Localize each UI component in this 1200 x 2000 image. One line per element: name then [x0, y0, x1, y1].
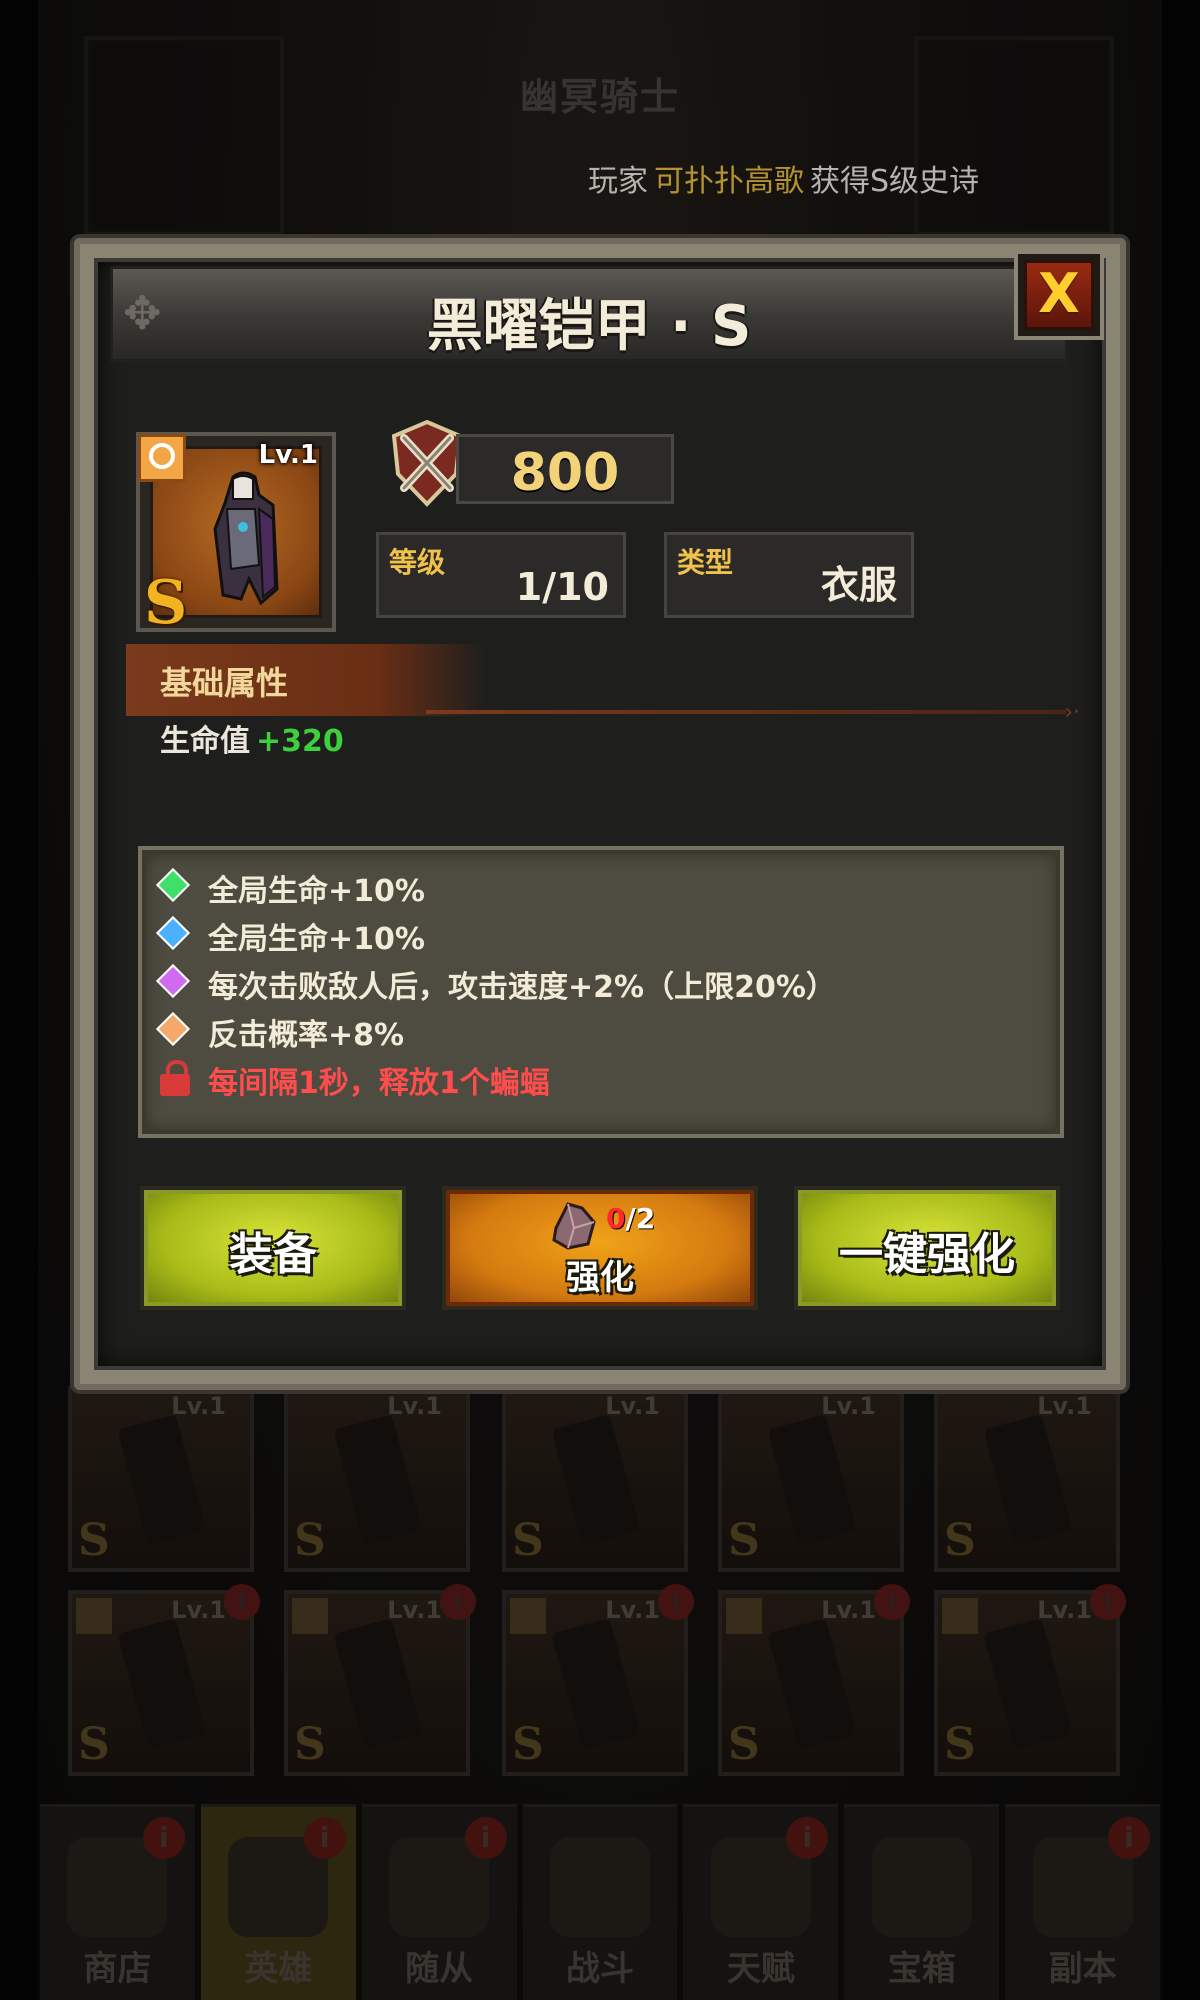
skill-text: 每间隔1秒，释放1个蝙蝠 [208, 1066, 550, 1101]
skill-text: 反击概率+8% [208, 1018, 405, 1053]
type-value: 衣服 [820, 563, 897, 607]
item-icon-box: Lv.1 S [136, 432, 336, 638]
upgrade-crystal-icon [552, 1202, 596, 1250]
modal-titlebar: ✥ 黑曜铠甲 · S [110, 266, 1068, 362]
arrow-icon: ›· [1064, 700, 1080, 725]
upgrade-cost: 0/2 [606, 1202, 655, 1235]
attr-value: +320 [256, 724, 344, 759]
blue-gem-icon [156, 916, 190, 950]
auto-upgrade-label: 一键强化 [839, 1229, 1015, 1280]
upgrade-label: 强化 [566, 1258, 634, 1298]
level-value: 1/10 [515, 565, 609, 609]
item-grade: S [144, 568, 188, 638]
type-label: 类型 [677, 546, 734, 579]
attr-label: 生命值 [160, 724, 250, 759]
close-icon: X [1038, 262, 1080, 325]
skill-text: 全局生命+10% [208, 922, 425, 957]
orange-gem-icon [156, 1012, 190, 1046]
power-value: 800 [510, 443, 620, 503]
close-button[interactable]: X [1014, 250, 1104, 340]
item-type-tag-icon [138, 434, 186, 482]
skill-list: 全局生命+10% 全局生命+10% 每次击败敌人后，攻击速度+2%（上限20%） 反击… [138, 846, 1064, 1138]
purple-gem-icon [156, 964, 190, 998]
lock-icon [160, 1060, 190, 1096]
power-value-box: 800 [456, 434, 674, 504]
level-stat: 等级 1/10 [376, 532, 626, 618]
skill-text: 全局生命+10% [208, 874, 425, 909]
skill-text: 每次击败敌人后，攻击速度+2%（上限20%） [208, 970, 836, 1005]
green-gem-icon [156, 868, 190, 902]
type-stat: 类型 衣服 [664, 532, 914, 618]
armor-icon [213, 471, 279, 606]
equip-label: 装备 [229, 1229, 317, 1280]
section-title: 基础属性 [160, 664, 289, 702]
basic-attributes-header: ›· 基础属性 [126, 644, 1080, 725]
item-level: Lv.1 [258, 440, 318, 470]
equip-button[interactable]: 装备 [140, 1186, 406, 1310]
upgrade-cost-have: 0 [606, 1202, 626, 1235]
auto-upgrade-button[interactable]: 一键强化 [794, 1186, 1060, 1310]
upgrade-button[interactable]: 0/2 强化 [442, 1186, 758, 1310]
level-label: 等级 [389, 546, 446, 579]
modal-title: 黑曜铠甲 · S [426, 294, 752, 359]
basic-attribute-row: 生命值 +320 [160, 716, 344, 760]
upgrade-cost-need: /2 [625, 1202, 656, 1235]
